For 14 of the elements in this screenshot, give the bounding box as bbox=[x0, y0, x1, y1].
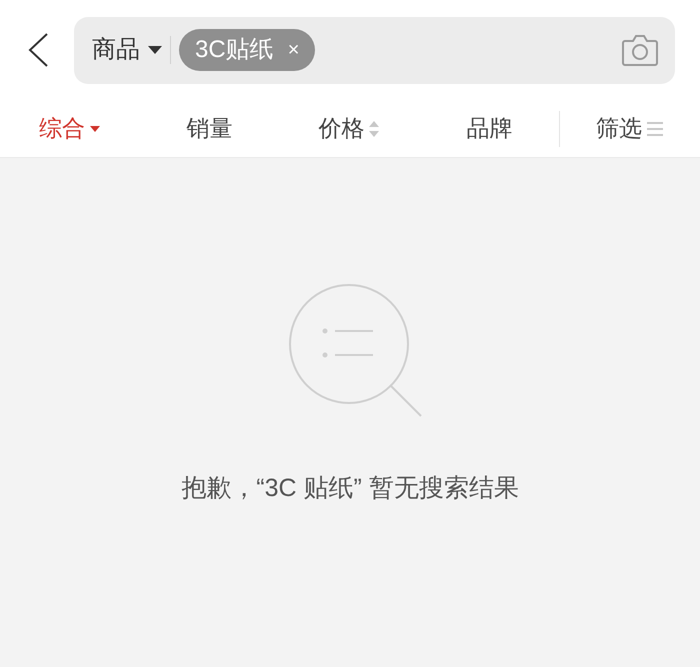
menu-icon bbox=[646, 120, 664, 136]
tag-label: 3C贴纸 bbox=[195, 35, 274, 65]
caret-icon bbox=[88, 124, 101, 132]
sort-tab[interactable]: 价格 bbox=[318, 111, 380, 146]
sort-tab[interactable]: 品牌 bbox=[466, 111, 512, 146]
sort-tab[interactable]: 筛选 bbox=[596, 111, 664, 146]
sort-tab[interactable]: 销量 bbox=[186, 111, 233, 146]
search-field[interactable]: 商品 3C贴纸 × bbox=[74, 16, 675, 84]
empty-message: 抱歉，“3C 贴纸” 暂无搜索结果 bbox=[181, 473, 519, 504]
scope-dropdown[interactable]: 商品 bbox=[92, 32, 162, 68]
sort-icon bbox=[368, 120, 380, 138]
sort-tab[interactable]: 综合 bbox=[38, 111, 101, 146]
caret-icon bbox=[148, 46, 162, 54]
empty-search-icon bbox=[289, 284, 423, 418]
